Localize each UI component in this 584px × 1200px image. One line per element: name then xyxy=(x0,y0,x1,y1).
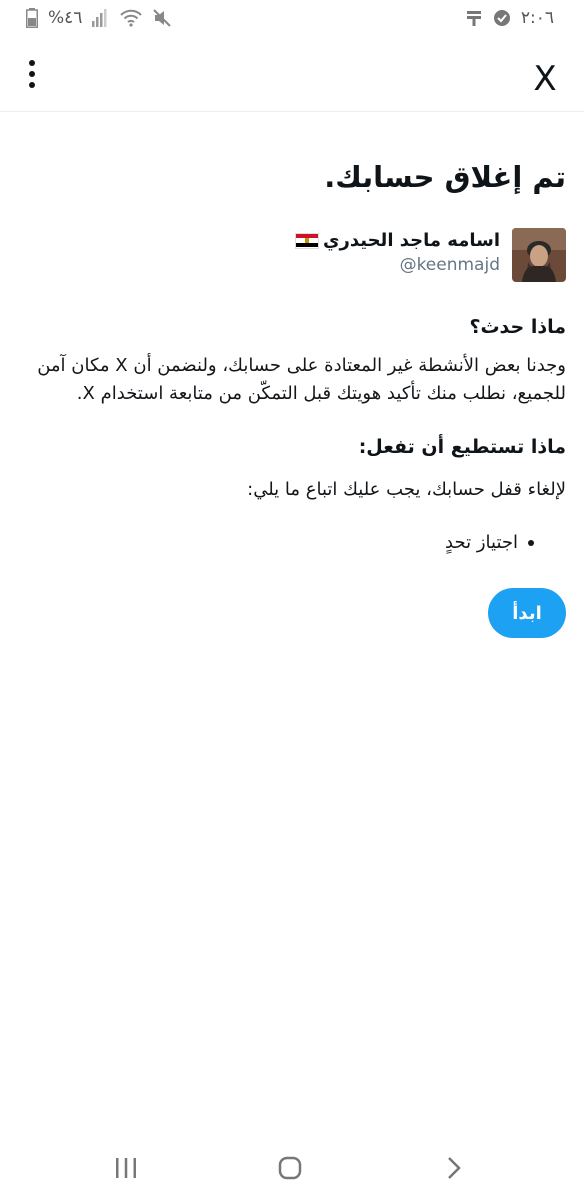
account-handle: @keenmajd xyxy=(399,255,500,275)
egypt-flag-icon xyxy=(294,232,319,249)
system-nav-bar xyxy=(0,1136,584,1200)
close-button[interactable]: X xyxy=(528,58,562,99)
check-circle-icon xyxy=(493,10,510,26)
x-logo-icon: X xyxy=(533,59,556,99)
avatar xyxy=(512,228,566,282)
home-button[interactable] xyxy=(270,1152,310,1184)
account-name: اسامه ماجد الحيدري xyxy=(322,230,500,251)
recent-apps-icon xyxy=(116,1158,136,1178)
what-happened-heading: ماذا حدث؟ xyxy=(469,316,566,338)
page-title: تم إغلاق حسابك. xyxy=(324,160,566,194)
overflow-menu-button[interactable] xyxy=(18,58,46,92)
battery-icon xyxy=(26,8,38,28)
what-to-do-heading: ماذا تستطيع أن تفعل: xyxy=(358,436,566,458)
bullet-icon xyxy=(528,539,534,546)
chevron-right-icon xyxy=(448,1157,461,1179)
mute-icon xyxy=(153,9,172,27)
notification-icon xyxy=(466,11,481,26)
start-button[interactable]: ابدأ xyxy=(488,588,566,638)
battery-percent: %٤٦ xyxy=(48,8,83,28)
top-app-bar: X xyxy=(0,40,584,112)
clock: ٢:٠٦ xyxy=(520,8,554,28)
what-to-do-text: لإلغاء قفل حسابك، يجب عليك اتباع ما يلي: xyxy=(247,479,566,500)
status-bar: %٤٦ ٢:٠٦ xyxy=(0,0,584,36)
status-bar-right: ٢:٠٦ xyxy=(465,6,554,30)
svg-text:X: X xyxy=(533,59,556,96)
step-item: اجتياز تحدٍ xyxy=(445,532,534,553)
recent-apps-button[interactable] xyxy=(106,1152,146,1184)
signal-icon xyxy=(92,9,107,27)
account-info: اسامه ماجد الحيدري @keenmajd xyxy=(294,228,500,275)
wifi-icon xyxy=(120,9,143,27)
home-icon xyxy=(278,1156,302,1180)
account-card: اسامه ماجد الحيدري @keenmajd xyxy=(294,228,566,282)
back-button[interactable] xyxy=(434,1152,474,1184)
status-bar-left: %٤٦ xyxy=(26,6,172,30)
account-name-row: اسامه ماجد الحيدري xyxy=(294,230,500,251)
what-happened-text: وجدنا بعض الأنشطة غير المعتادة على حسابك… xyxy=(37,355,566,404)
step-label: اجتياز تحدٍ xyxy=(445,532,518,553)
